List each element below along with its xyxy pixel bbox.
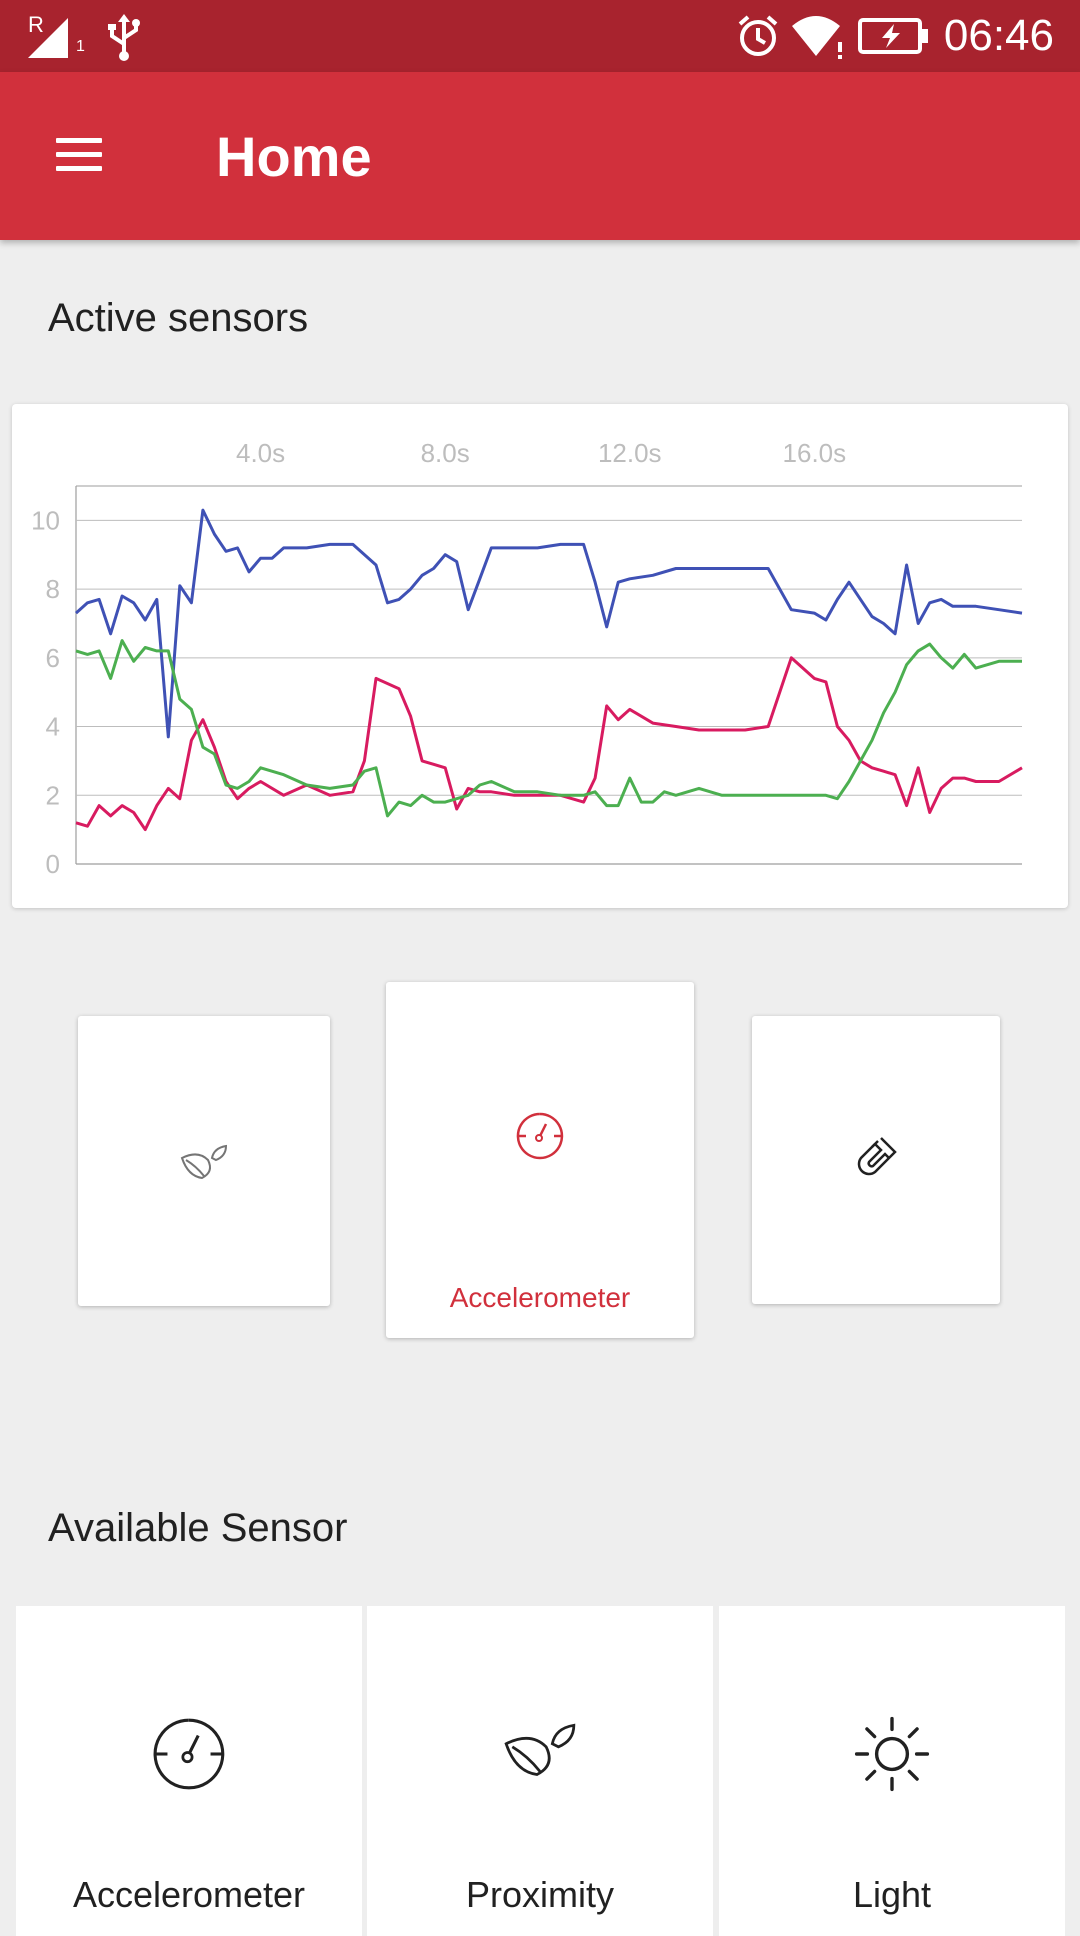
wifi-icon — [792, 16, 842, 59]
app-bar: Home — [0, 72, 1080, 240]
active-card-magnetometer[interactable] — [752, 1016, 1000, 1304]
available-sensors-heading: Available Sensor — [48, 1506, 348, 1550]
active-card-label: Accelerometer — [449, 1282, 631, 1313]
available-sensor-label: Proximity — [465, 1874, 614, 1915]
chart-x-tick-label: 8.0s — [421, 438, 470, 468]
active-card-proximity[interactable] — [78, 1016, 330, 1306]
available-sensor-label: Light — [852, 1874, 932, 1915]
chart-series-line-1 — [75, 656, 1023, 832]
speedometer-icon — [516, 1112, 564, 1160]
available-sensor-label: Accelerometer — [72, 1874, 306, 1915]
status-time: 06:46 — [943, 11, 1054, 60]
chart-series-line-0 — [74, 508, 1023, 739]
magnet-icon — [857, 1137, 897, 1176]
leaf-icon — [504, 1723, 576, 1776]
speedometer-icon — [153, 1718, 225, 1790]
chart-y-tick-label: 4 — [46, 712, 60, 742]
chart-y-tick-label: 10 — [31, 505, 60, 535]
alarm-icon — [738, 15, 778, 56]
sim-slot-label: 1 — [76, 38, 85, 55]
chart-series-line-2 — [75, 639, 1022, 818]
leaf-icon — [180, 1144, 228, 1180]
chart-y-tick-label: 2 — [46, 780, 60, 810]
battery-charging-icon — [858, 18, 928, 54]
chart-y-tick-label: 6 — [46, 643, 60, 673]
available-sensor-accelerometer[interactable]: Accelerometer — [16, 1606, 362, 1936]
available-sensor-light[interactable]: Light — [719, 1606, 1065, 1936]
active-sensors-heading: Active sensors — [48, 296, 309, 340]
sun-icon — [854, 1716, 930, 1792]
menu-icon — [56, 138, 102, 143]
chart-x-tick-label: 12.0s — [598, 438, 662, 468]
menu-icon-bar — [56, 152, 102, 157]
page-title: Home — [216, 125, 372, 188]
available-sensor-proximity[interactable]: Proximity — [367, 1606, 713, 1936]
chart-x-tick-label: 4.0s — [236, 438, 285, 468]
menu-icon-bar — [56, 166, 102, 171]
sensor-chart-card: 0 2 4 6 8 10 4.0s 8.0s 12.0s 16.0s — [12, 404, 1068, 908]
chart-y-tick-label: 8 — [46, 574, 60, 604]
chart-x-tick-label: 16.0s — [783, 438, 847, 468]
menu-button[interactable] — [46, 124, 112, 184]
chart-y-tick-label: 0 — [46, 849, 60, 879]
active-card-accelerometer[interactable]: Accelerometer — [386, 982, 694, 1338]
sensor-line-chart: 0 2 4 6 8 10 4.0s 8.0s 12.0s 16.0s — [31, 438, 1023, 879]
usb-icon — [108, 14, 140, 61]
status-bar: R 1 06:46 — [0, 0, 1080, 72]
